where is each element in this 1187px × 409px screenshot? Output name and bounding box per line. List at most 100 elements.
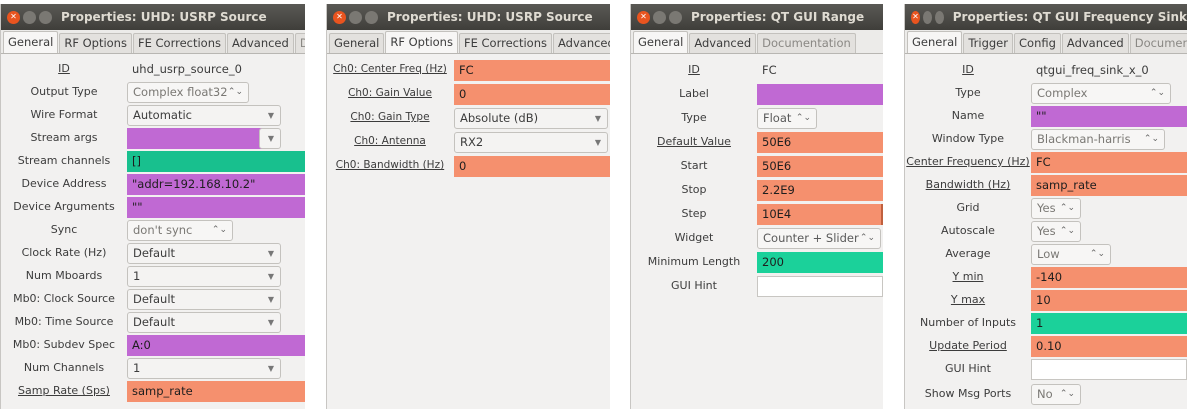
spin-arrows-icon[interactable]: ⌃⌄: [1144, 130, 1159, 149]
param-label: Ch0: Gain Type: [350, 111, 430, 123]
param-label: Label: [679, 87, 709, 100]
tab-fe-corrections[interactable]: FE Corrections: [132, 33, 226, 53]
center-frequency-field[interactable]: FC: [1031, 152, 1187, 173]
close-icon[interactable]: ✕: [637, 10, 650, 24]
bandwidth-field[interactable]: samp_rate: [1031, 175, 1187, 196]
samp-rate-field[interactable]: samp_rate: [127, 381, 305, 402]
maximize-icon[interactable]: [39, 10, 52, 24]
minimize-icon[interactable]: [23, 10, 36, 24]
tab-general[interactable]: General: [329, 33, 385, 53]
stream-args-field[interactable]: [127, 128, 278, 149]
spin-arrows-icon[interactable]: ⌃⌄: [228, 83, 243, 102]
close-icon[interactable]: ✕: [911, 10, 920, 24]
param-row-gain-type: Ch0: Gain Type Absolute (dB) ▼: [327, 108, 610, 129]
tab-rf-options[interactable]: RF Options: [385, 31, 458, 53]
tab-config[interactable]: Config: [1014, 33, 1061, 53]
tab-documentation[interactable]: Document: [1129, 33, 1187, 53]
param-label: Sync: [50, 223, 78, 236]
default-value-field[interactable]: 50E6: [757, 132, 883, 153]
maximize-icon[interactable]: [365, 10, 378, 24]
tab-advanced[interactable]: Advanced: [227, 33, 294, 53]
tab-trigger[interactable]: Trigger: [963, 33, 1013, 53]
minimum-length-field[interactable]: 200: [757, 252, 883, 273]
tab-general[interactable]: General: [3, 31, 59, 53]
device-address-field[interactable]: "addr=192.168.10.2": [127, 174, 305, 195]
num-channels-combo[interactable]: 1 ▼: [127, 358, 281, 379]
tab-fe-corrections[interactable]: FE Corrections: [458, 33, 552, 53]
spin-arrows-icon[interactable]: ⌃⌄: [1060, 199, 1075, 218]
param-row-output-type: Output Type Complex float32 ⌃⌄: [1, 82, 305, 103]
spin-arrows-icon[interactable]: ⌃⌄: [860, 229, 875, 248]
spin-arrows-icon[interactable]: ⌃⌄: [212, 221, 227, 240]
spin-arrows-icon[interactable]: ⌃⌄: [1060, 385, 1075, 404]
output-type-spin[interactable]: Complex float32 ⌃⌄: [127, 82, 249, 103]
num-mboards-combo[interactable]: 1 ▼: [127, 266, 281, 287]
tab-general[interactable]: General: [907, 31, 963, 53]
y-min-field[interactable]: -140: [1031, 267, 1187, 288]
subdev-spec-field[interactable]: A:0: [127, 335, 305, 356]
param-row-sync: Sync don't sync ⌃⌄: [1, 220, 305, 241]
id-value: qtgui_freq_sink_x_0: [1036, 63, 1149, 77]
gain-type-combo[interactable]: Absolute (dB) ▼: [454, 108, 608, 129]
tab-documentation[interactable]: Documentation: [757, 33, 856, 53]
minimize-icon[interactable]: [653, 10, 666, 24]
grid-spin[interactable]: Yes ⌃⌄: [1031, 198, 1081, 219]
gain-value-field[interactable]: 0: [454, 84, 610, 105]
label-field[interactable]: [757, 84, 883, 105]
y-max-field[interactable]: 10: [1031, 290, 1187, 311]
show-msg-ports-spin[interactable]: No ⌃⌄: [1031, 384, 1081, 405]
stream-channels-field[interactable]: []: [127, 151, 305, 172]
spin-arrows-icon[interactable]: ⌃⌄: [1060, 222, 1075, 241]
gui-hint-field[interactable]: [757, 276, 883, 297]
param-row-stream-channels: Stream channels []: [1, 151, 305, 172]
stop-field[interactable]: 2.2E9: [757, 180, 883, 201]
type-spin[interactable]: Complex ⌃⌄: [1031, 83, 1171, 104]
tab-rf-options[interactable]: RF Options: [59, 33, 132, 53]
minimize-icon[interactable]: [349, 10, 362, 24]
param-row-device-arguments: Device Arguments "": [1, 197, 305, 218]
window-type-spin[interactable]: Blackman-harris ⌃⌄: [1031, 129, 1165, 150]
time-source-combo[interactable]: Default ▼: [127, 312, 281, 333]
close-icon[interactable]: ✕: [333, 10, 346, 24]
sync-spin[interactable]: don't sync ⌃⌄: [127, 220, 233, 241]
antenna-combo[interactable]: RX2 ▼: [454, 132, 608, 153]
widget-spin[interactable]: Counter + Slider ⌃⌄: [757, 228, 881, 249]
step-field[interactable]: 10E4: [757, 204, 883, 225]
maximize-icon[interactable]: [669, 10, 682, 24]
param-label: Step: [681, 207, 707, 220]
spin-arrows-icon[interactable]: ⌃⌄: [1090, 245, 1105, 264]
stream-args-dropdown[interactable]: ▼: [259, 128, 281, 149]
param-label: Num Channels: [23, 361, 105, 374]
autoscale-spin[interactable]: Yes ⌃⌄: [1031, 221, 1081, 242]
close-icon[interactable]: ✕: [7, 10, 20, 24]
device-arguments-field[interactable]: "": [127, 197, 305, 218]
maximize-icon[interactable]: [934, 10, 944, 24]
type-spin[interactable]: Float ⌃⌄: [757, 108, 817, 129]
average-spin[interactable]: Low ⌃⌄: [1031, 244, 1111, 265]
param-label: Average: [945, 247, 991, 260]
gui-hint-field[interactable]: [1031, 359, 1187, 380]
wire-format-combo[interactable]: Automatic ▼: [127, 105, 281, 126]
param-label: Y max: [950, 293, 986, 306]
spin-arrows-icon[interactable]: ⌃⌄: [796, 109, 811, 128]
center-freq-field[interactable]: FC: [454, 60, 610, 81]
tab-bar: General Trigger Config Advanced Document: [905, 30, 1187, 54]
tab-documentation[interactable]: Doc: [294, 33, 305, 53]
tab-advanced[interactable]: Advanced: [1061, 33, 1129, 53]
number-of-inputs-field[interactable]: 1: [1031, 313, 1187, 334]
minimize-icon[interactable]: [922, 10, 932, 24]
update-period-field[interactable]: 0.10: [1031, 336, 1187, 357]
param-row-bandwidth: Ch0: Bandwidth (Hz) 0: [327, 156, 610, 177]
start-field[interactable]: 50E6: [757, 156, 883, 177]
tab-advanced[interactable]: Advanced: [553, 33, 610, 53]
titlebar: ✕ Properties: UHD: USRP Source: [327, 4, 610, 30]
tab-general[interactable]: General: [633, 31, 689, 53]
clock-source-combo[interactable]: Default ▼: [127, 289, 281, 310]
clock-rate-combo[interactable]: Default ▼: [127, 243, 281, 264]
bandwidth-field[interactable]: 0: [454, 156, 610, 177]
spin-arrows-icon[interactable]: ⌃⌄: [1150, 84, 1165, 103]
param-row-clock-source: Mb0: Clock Source Default ▼: [1, 289, 305, 310]
param-row-id: ID qtgui_freq_sink_x_0: [905, 60, 1187, 81]
name-field[interactable]: "": [1031, 106, 1187, 127]
tab-advanced[interactable]: Advanced: [689, 33, 757, 53]
